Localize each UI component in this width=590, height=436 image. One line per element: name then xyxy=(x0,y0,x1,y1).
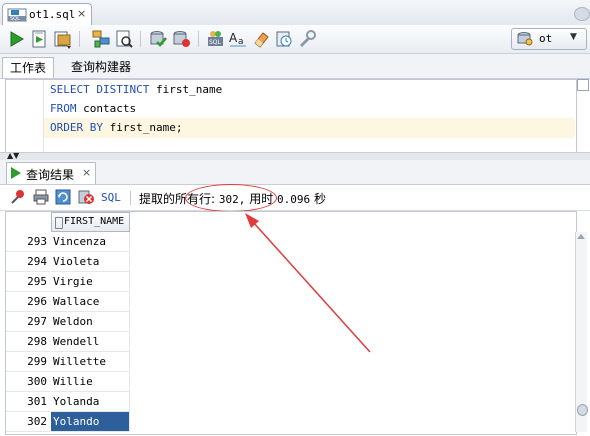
table-row[interactable]: 299 Willette xyxy=(6,352,130,372)
first-name-cell[interactable]: Vincenza xyxy=(51,232,130,252)
first-name-cell[interactable]: Wallace xyxy=(51,292,130,312)
editor-corner-box[interactable] xyxy=(577,79,589,91)
tab-label: ot1.sql xyxy=(29,8,76,21)
first-name-cell[interactable]: Weldon xyxy=(51,312,130,332)
scroll-up-icon[interactable] xyxy=(577,234,585,239)
clear-eraser-icon[interactable] xyxy=(251,29,271,49)
svg-text:SQL: SQL xyxy=(209,39,222,46)
table-row[interactable]: 294 Violeta xyxy=(6,252,130,272)
code-line-2[interactable]: FROM contacts xyxy=(44,99,575,119)
row-number[interactable]: 293 xyxy=(6,232,50,252)
code-keyword: ORDER BY xyxy=(50,121,103,134)
row-number[interactable]: 295 xyxy=(6,272,50,292)
first-name-cell[interactable]: Wendell xyxy=(51,332,130,352)
pin-icon[interactable] xyxy=(10,189,26,205)
svg-text:A: A xyxy=(229,31,238,45)
run-script-icon[interactable] xyxy=(29,29,49,49)
code-text: contacts xyxy=(76,102,137,115)
run-statement-icon[interactable] xyxy=(6,29,26,49)
results-tab-bar: 查询结果 × xyxy=(0,160,590,185)
code-keyword: SELECT DISTINCT xyxy=(50,83,150,96)
results-toolbar: SQL 提取的所有行: 302, 用时 0.096 秒 xyxy=(0,185,590,211)
code-line-1[interactable]: SELECT DISTINCT first_name xyxy=(44,80,575,100)
worksheet-toolbar: SQL Aa ot ▼ xyxy=(0,25,590,54)
editor-gutter xyxy=(6,80,44,152)
text-case-icon[interactable]: Aa xyxy=(228,29,248,49)
table-row[interactable]: 293 Vincenza xyxy=(6,232,130,252)
tab-worksheet[interactable]: 工作表 xyxy=(2,57,55,78)
table-row[interactable]: 300 Willie xyxy=(6,372,130,392)
autotrace-query-icon[interactable] xyxy=(114,29,134,49)
sql-file-icon: SQL xyxy=(7,7,27,26)
close-tab-icon[interactable]: × xyxy=(77,7,86,20)
grid-vertical-scrollbar[interactable] xyxy=(575,232,588,432)
table-row[interactable]: 302 Yolando xyxy=(6,412,130,432)
tab-query-result[interactable]: 查询结果 × xyxy=(6,162,96,184)
rollback-icon[interactable] xyxy=(171,29,191,49)
column-header-label: FIRST_NAME xyxy=(64,216,125,227)
first-name-cell[interactable]: Violeta xyxy=(51,252,130,272)
collapse-arrows-icon[interactable]: ▲▼ xyxy=(7,152,19,160)
toolbar-separator xyxy=(79,31,80,47)
table-row[interactable]: 297 Weldon xyxy=(6,312,130,332)
table-row[interactable]: 295 Virgie xyxy=(6,272,130,292)
status-time-unit: 秒 xyxy=(314,192,327,206)
commit-icon[interactable] xyxy=(148,29,168,49)
print-icon[interactable] xyxy=(33,189,49,205)
first-name-cell[interactable]: Willette xyxy=(51,352,130,372)
first-name-cell[interactable]: Yolando xyxy=(51,412,130,432)
code-text: first_name; xyxy=(102,121,183,134)
row-number[interactable]: 300 xyxy=(6,372,50,392)
scroll-thumb[interactable] xyxy=(577,404,588,416)
results-grid[interactable]: FIRST_NAME 293 Vincenza 294 Violeta 295 Virgi… xyxy=(5,211,577,435)
row-number[interactable]: 296 xyxy=(6,292,50,312)
row-number[interactable]: 297 xyxy=(6,312,50,332)
worksheet-subtabs: 工作表 查询构建器 xyxy=(0,54,590,79)
first-name-cell[interactable]: Virgie xyxy=(51,272,130,292)
close-results-tab-icon[interactable]: × xyxy=(82,166,91,179)
toolbar-separator xyxy=(130,191,131,205)
results-tab-label: 查询结果 xyxy=(26,168,75,182)
sql-history-icon[interactable] xyxy=(274,29,294,49)
row-number[interactable]: 301 xyxy=(6,392,50,412)
connection-selector[interactable]: ot ▼ xyxy=(511,28,587,50)
document-tab-bar: SQL ot1.sql × xyxy=(0,0,590,26)
svg-text:SQL: SQL xyxy=(10,16,20,22)
sql-tuning-icon[interactable]: SQL xyxy=(205,29,225,49)
table-row[interactable]: 298 Wendell xyxy=(6,332,130,352)
database-icon xyxy=(517,32,533,49)
status-time-value: 0.096 xyxy=(277,193,311,206)
tab-query-builder[interactable]: 查询构建器 xyxy=(64,57,138,77)
play-icon xyxy=(11,167,21,179)
explain-plan-icon[interactable] xyxy=(91,29,111,49)
autotrace-icon[interactable] xyxy=(52,29,72,49)
column-header-first-name[interactable]: FIRST_NAME xyxy=(51,212,130,232)
annotation-ellipse xyxy=(185,184,277,212)
toolbar-separator xyxy=(140,31,141,47)
refresh-icon[interactable] xyxy=(55,189,71,205)
first-name-cell[interactable]: Yolanda xyxy=(51,392,130,412)
table-row[interactable]: 301 Yolanda xyxy=(6,392,130,412)
first-name-cell[interactable]: Willie xyxy=(51,372,130,392)
chevron-down-icon: ▼ xyxy=(570,32,577,42)
sql-editor[interactable]: SELECT DISTINCT first_name FROM contacts… xyxy=(5,79,577,153)
toolbar-separator xyxy=(198,31,199,47)
tab-list-button[interactable] xyxy=(574,7,590,21)
tools-icon[interactable] xyxy=(297,29,317,49)
sql-button[interactable]: SQL xyxy=(101,191,121,204)
code-line-3[interactable]: ORDER BY first_name; xyxy=(44,118,575,138)
connection-name: ot xyxy=(539,32,553,45)
sort-icon xyxy=(55,217,63,229)
tab-ot1-sql[interactable]: SQL ot1.sql × xyxy=(2,3,92,26)
grid-header: FIRST_NAME xyxy=(6,212,576,232)
code-text: first_name xyxy=(149,83,223,96)
code-keyword: FROM xyxy=(50,102,77,115)
row-number[interactable]: 298 xyxy=(6,332,50,352)
cancel-query-icon[interactable] xyxy=(78,189,94,205)
table-row[interactable]: 296 Wallace xyxy=(6,292,130,312)
row-number[interactable]: 302 xyxy=(6,412,50,432)
row-number[interactable]: 299 xyxy=(6,352,50,372)
row-number[interactable]: 294 xyxy=(6,252,50,272)
